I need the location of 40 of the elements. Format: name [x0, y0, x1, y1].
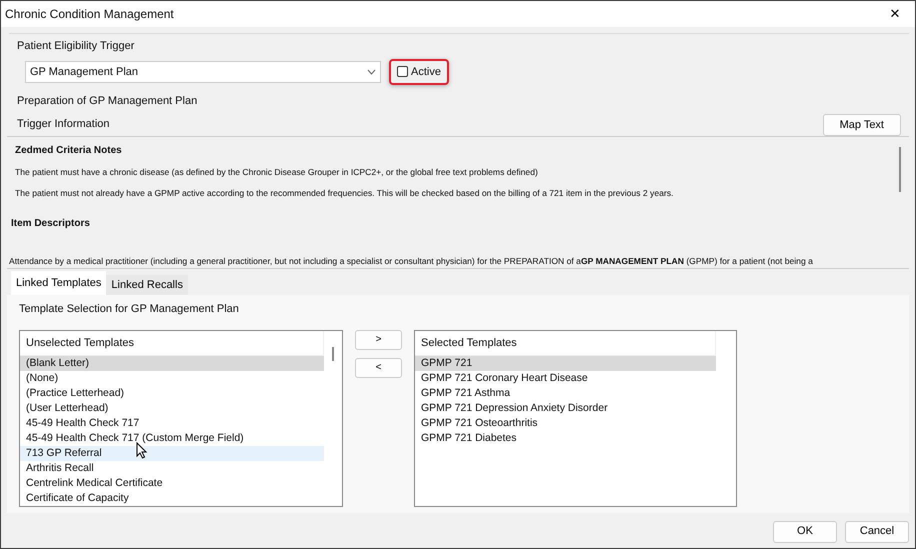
scrollbar-thumb [899, 147, 901, 192]
chevron-down-icon [367, 68, 376, 75]
group-label: Patient Eligibility Trigger [17, 39, 136, 54]
section-label: Trigger Information [17, 116, 110, 132]
tab[interactable]: Linked Recalls [106, 274, 188, 296]
scrollbar-thumb [332, 346, 334, 361]
list-item[interactable]: GPMP 721 [415, 356, 716, 372]
dialog-button[interactable]: Cancel [845, 520, 909, 543]
notes-paragraph: The patient must not already have a GPMP active according to the recommended frequencies. This will be checked based on the billing of a 721 item in the previous 2 years. [15, 186, 674, 200]
notes-heading: Zedmed Criteria Notes [15, 144, 123, 158]
list-item[interactable]: (User Letterhead) [20, 401, 324, 416]
window-title: Chronic Condition Management [5, 6, 174, 23]
list-item[interactable]: GPMP 721 Asthma [415, 386, 716, 402]
list-item[interactable]: (None) [20, 371, 324, 386]
list-item[interactable]: 45-49 Health Check 717 [20, 416, 324, 432]
move-button[interactable]: > [355, 330, 402, 350]
checkbox-label: Active [411, 64, 441, 80]
list-item[interactable]: GPMP 721 Depression Anxiety Disorder [415, 401, 716, 416]
list-item[interactable]: GPMP 721 Osteoarthritis [415, 416, 716, 432]
close-button[interactable]: ✕ [875, 1, 915, 27]
mouse-cursor-icon [136, 442, 147, 460]
notes-paragraph: Attendance by a medical practitioner (including a general practitioner, but not including a specialist or consultant physician) for the PREPARATION of aGP MANAGEMENT PLAN (GPMP) for a patient (not being a [9, 254, 814, 268]
move-button[interactable]: < [355, 358, 402, 378]
notes-heading: Item Descriptors [11, 216, 91, 231]
list-item[interactable]: (Blank Letter) [20, 356, 324, 372]
plan-description: Preparation of GP Management Plan [17, 94, 198, 109]
list-item[interactable]: GPMP 721 Coronary Heart Disease [415, 371, 716, 386]
active-checkbox[interactable] [397, 66, 408, 78]
list-item[interactable]: Centrelink Medical Certificate [20, 476, 324, 492]
map-text-button[interactable]: Map Text [822, 114, 901, 136]
dropdown-field[interactable]: GP Management Plan [25, 60, 381, 83]
list-item[interactable]: (Practice Letterhead) [20, 386, 324, 402]
list-item[interactable]: Certificate of Capacity [20, 491, 324, 506]
section-label: Template Selection for GP Management Plan [19, 302, 240, 318]
list-item[interactable]: Arthritis Recall [20, 461, 324, 476]
list-item[interactable]: 45-49 Health Check 717 (Custom Merge Field) [20, 431, 324, 446]
dialog-button[interactable]: OK [773, 520, 837, 543]
list-item[interactable]: GPMP 721 Diabetes [415, 431, 716, 446]
notes-paragraph: The patient must have a chronic disease (as defined by the Chronic Disease Grouper in ICPC2+, or the global free text problems defined) [15, 166, 539, 179]
tab[interactable]: Linked Templates [11, 270, 106, 296]
